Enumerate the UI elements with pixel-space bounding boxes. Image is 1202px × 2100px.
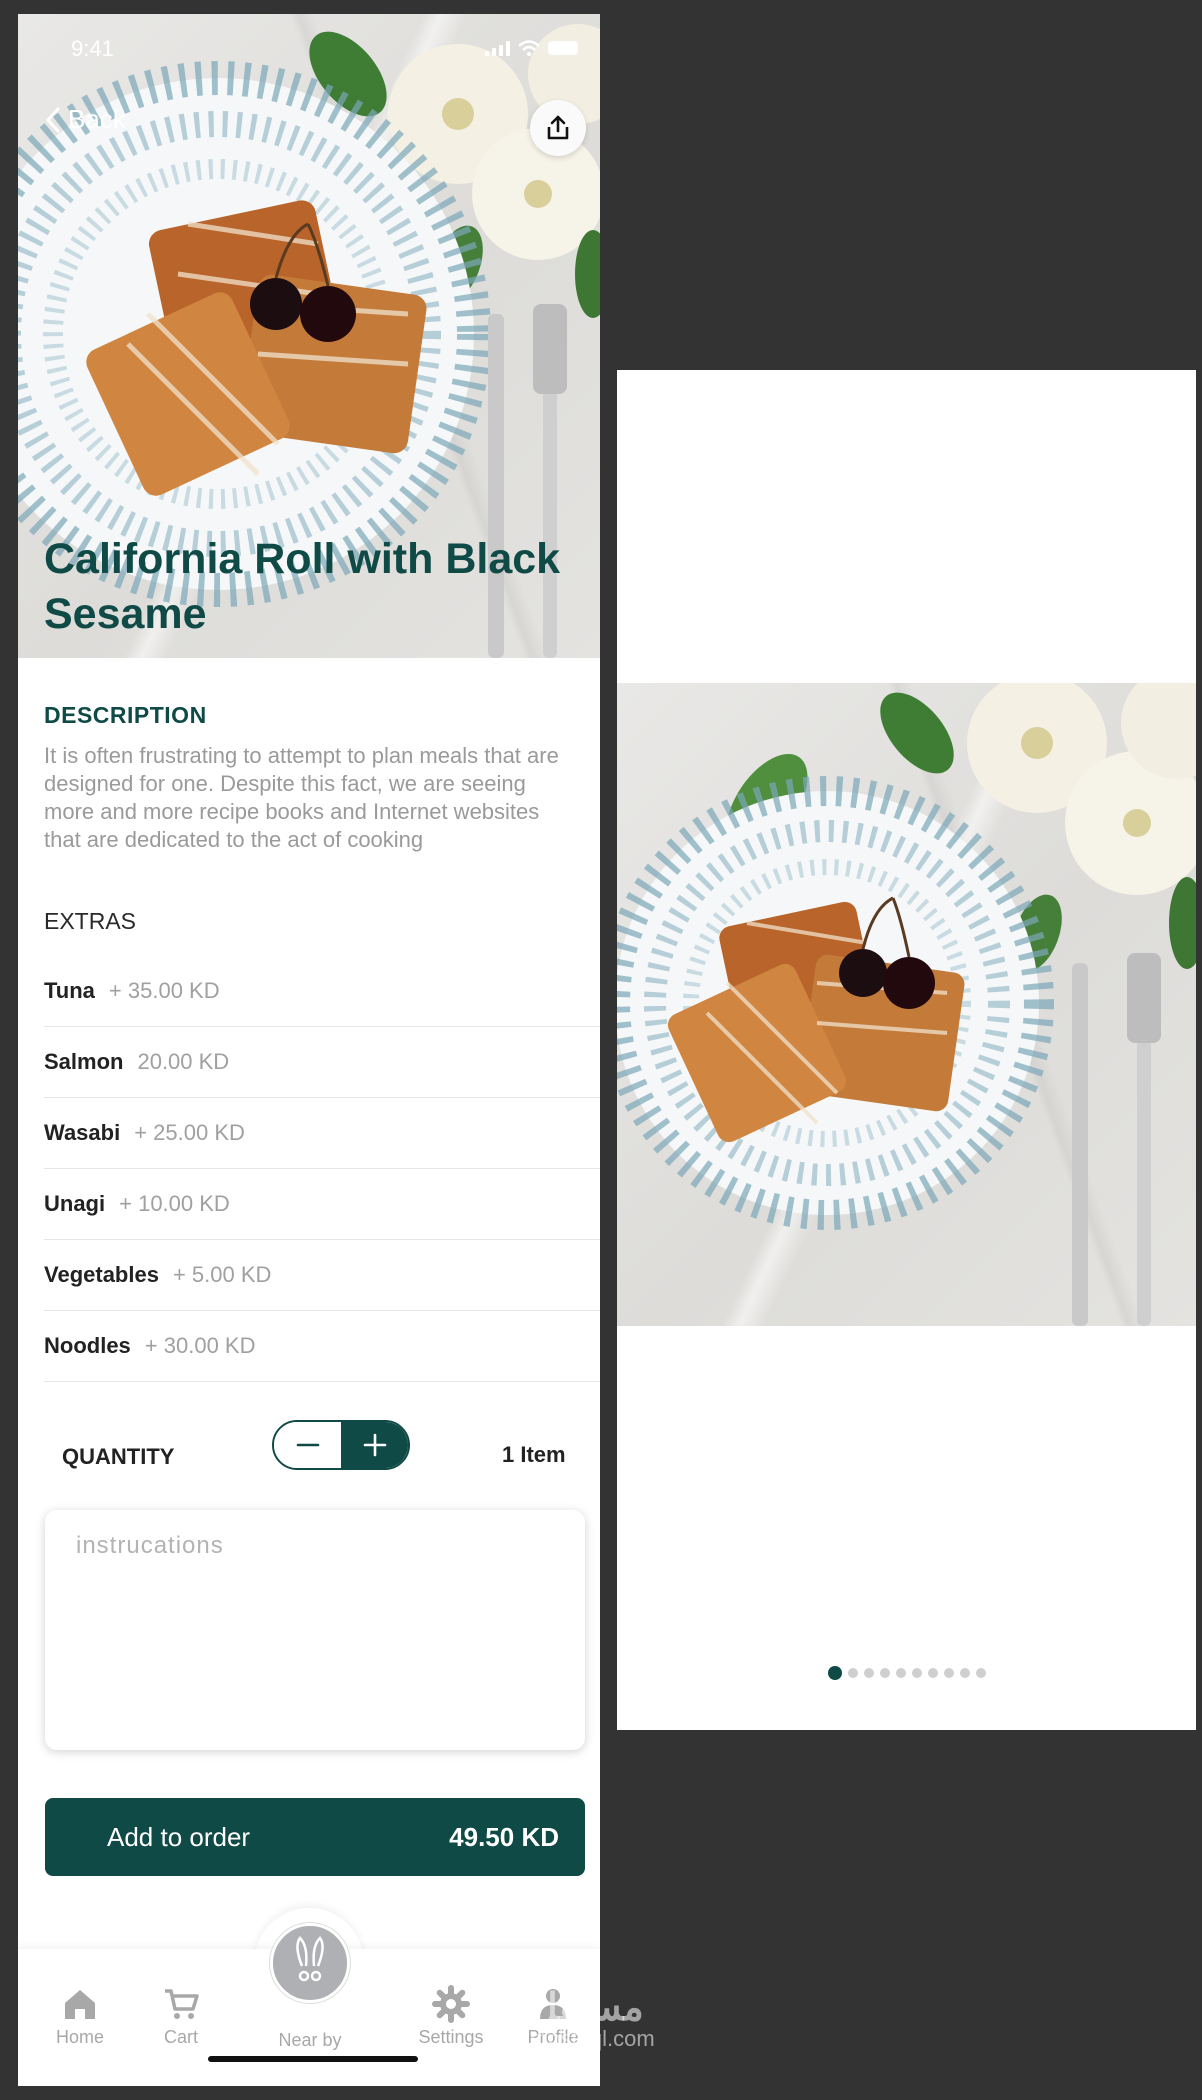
cart-icon (165, 1989, 199, 2019)
status-bar: 9:41 (18, 36, 600, 66)
quantity-count: 1 Item (502, 1442, 566, 1467)
tab-cart-label: Cart (163, 2027, 198, 2047)
add-to-order-button[interactable]: Add to order 49.50 KD (45, 1798, 585, 1876)
watermark: مستقل mostaql.com (530, 1985, 655, 2052)
plus-icon (363, 1433, 386, 1457)
extra-name: Unagi (44, 1191, 106, 1216)
hero-image: 9:41 Back California Roll with Black Ses… (18, 14, 600, 658)
extra-option-wasabi[interactable]: Wasabi + 25.00 KD (44, 1098, 600, 1169)
tab-home[interactable]: Home (40, 1985, 120, 2048)
status-time: 9:41 (71, 36, 114, 61)
gear-icon (432, 1985, 470, 2023)
dish-title: California Roll with Black Sesame (44, 535, 561, 638)
pagination-dot[interactable] (927, 1668, 938, 1678)
decrement-button[interactable] (274, 1422, 341, 1468)
pagination-dot[interactable] (975, 1668, 986, 1678)
pagination-dot[interactable] (959, 1668, 970, 1678)
gallery-image[interactable] (617, 683, 1196, 1326)
extra-price: + 25.00 KD (134, 1120, 245, 1145)
extra-name: Tuna (44, 978, 95, 1003)
description-text: It is often frustrating to attempt to pl… (44, 743, 559, 852)
order-total: 49.50 KD (449, 1821, 559, 1852)
tab-home-label: Home (55, 2027, 104, 2047)
extra-name: Wasabi (44, 1120, 121, 1145)
watermark-latin: mostaql.com (530, 2026, 655, 2051)
extras-heading: EXTRAS (44, 908, 137, 934)
chevron-left-icon (45, 107, 60, 132)
extra-price: + 35.00 KD (108, 978, 220, 1003)
phone-screen: 9:41 Back California Roll with Black Ses… (18, 14, 600, 2086)
extra-option-noodles[interactable]: Noodles + 30.00 KD (44, 1311, 600, 1382)
quantity-stepper (272, 1420, 410, 1470)
extra-option-unagi[interactable]: Unagi + 10.00 KD (44, 1169, 600, 1240)
extra-price: + 10.00 KD (119, 1191, 230, 1216)
tab-settings[interactable]: Settings (411, 1985, 491, 2048)
back-label: Back (68, 104, 126, 134)
food-photo (617, 683, 1196, 1326)
extra-name: Vegetables (44, 1262, 159, 1287)
pagination-dot[interactable] (863, 1668, 874, 1678)
tab-settings-label: Settings (418, 2027, 484, 2047)
watermark-arabic: مستقل (530, 1987, 644, 2029)
rabbit-logo-icon (296, 1936, 324, 1982)
tab-nearby-label: Near by (278, 2030, 342, 2050)
waffle-plate-illustration (617, 683, 1196, 1326)
wifi-icon (518, 40, 540, 56)
pagination-dot[interactable] (879, 1668, 890, 1678)
extra-option-salmon[interactable]: Salmon 20.00 KD (44, 1027, 600, 1098)
instructions-field[interactable] (45, 1510, 585, 1750)
tab-cart[interactable]: Cart (141, 1985, 221, 2048)
pagination-dots (617, 1666, 1196, 1680)
extra-name: Salmon (44, 1049, 124, 1074)
share-icon (547, 115, 569, 140)
extra-price: 20.00 KD (137, 1049, 230, 1074)
home-icon (65, 1990, 95, 2019)
image-gallery-panel (617, 370, 1196, 1730)
pagination-dot[interactable] (847, 1668, 858, 1678)
extras-list: Tuna + 35.00 KD Salmon 20.00 KD Wasabi +… (44, 956, 600, 1382)
share-button[interactable] (530, 100, 586, 156)
extra-price: + 5.00 KD (172, 1262, 272, 1287)
home-indicator (208, 2056, 418, 2062)
extra-price: + 30.00 KD (144, 1333, 256, 1358)
signal-icon (485, 40, 510, 56)
pagination-dot[interactable] (943, 1668, 954, 1678)
increment-button[interactable] (341, 1422, 408, 1468)
back-button[interactable]: Back (44, 104, 126, 135)
battery-icon (548, 41, 578, 55)
minus-icon (296, 1443, 319, 1447)
description-heading: DESCRIPTION (44, 702, 207, 728)
nearby-button[interactable] (270, 1923, 350, 2003)
pagination-dot[interactable] (911, 1668, 922, 1678)
quantity-label: QUANTITY (62, 1444, 175, 1469)
pagination-dot[interactable] (895, 1668, 906, 1678)
extra-name: Noodles (44, 1333, 131, 1358)
extra-option-vegetables[interactable]: Vegetables + 5.00 KD (44, 1240, 600, 1311)
extra-option-tuna[interactable]: Tuna + 35.00 KD (44, 956, 600, 1027)
pagination-dot[interactable] (827, 1666, 842, 1680)
add-to-order-label: Add to order (107, 1821, 251, 1852)
